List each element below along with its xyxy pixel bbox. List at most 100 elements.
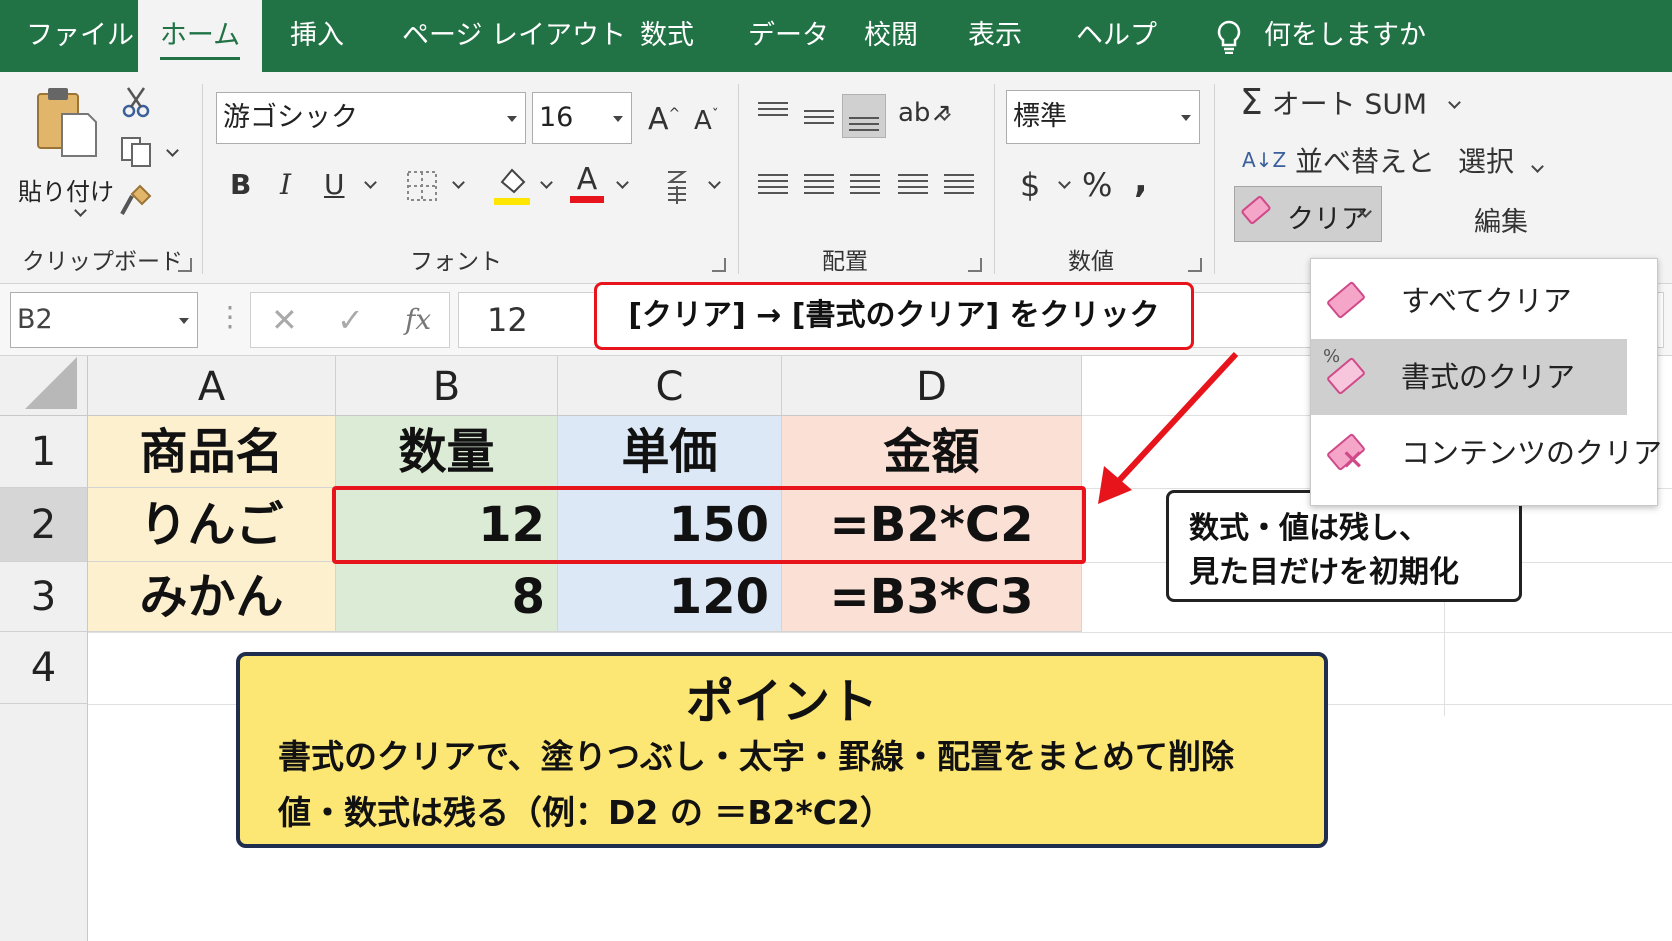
alignment-launcher-icon[interactable] — [968, 258, 982, 272]
cell-c1[interactable]: 単価 — [558, 416, 782, 488]
select-all-corner[interactable] — [0, 356, 88, 416]
clipboard-group-label: クリップボード — [22, 249, 183, 275]
font-color-button[interactable]: A — [570, 164, 604, 203]
tab-insert[interactable]: 挿入 — [290, 0, 344, 72]
paste-button[interactable]: 貼り付け — [16, 86, 114, 226]
sort-filter-button[interactable]: A↓Z 並べ替えと — [1242, 140, 1435, 180]
number-format-select[interactable]: 標準 — [1006, 90, 1200, 144]
align-left-icon[interactable] — [758, 174, 788, 196]
number-launcher-icon[interactable] — [1188, 258, 1202, 272]
grow-font-button[interactable]: A^ — [648, 102, 680, 137]
cell-a1[interactable]: 商品名 — [88, 416, 336, 488]
fill-color-icon[interactable] — [494, 164, 530, 206]
column-header-d[interactable]: D — [782, 356, 1082, 416]
column-header-a[interactable]: A — [88, 356, 336, 416]
tab-data[interactable]: データ — [748, 0, 829, 72]
fill-color-dropdown-icon[interactable] — [540, 176, 553, 189]
font-launcher-icon[interactable] — [712, 258, 726, 272]
tell-me-search[interactable]: 何をしますか — [1216, 0, 1426, 72]
selected-range-highlight — [332, 486, 1086, 564]
cell-b3[interactable]: 8 — [336, 562, 558, 632]
borders-icon[interactable] — [406, 170, 438, 202]
insert-function-icon[interactable]: fx — [405, 303, 431, 336]
shrink-font-button[interactable]: Aˇ — [694, 106, 719, 136]
editing-group-label: 編集 — [1474, 207, 1528, 238]
borders-dropdown-icon[interactable] — [452, 176, 465, 189]
eraser-icon — [1240, 194, 1272, 226]
cell-c3[interactable]: 120 — [558, 562, 782, 632]
cut-icon[interactable] — [120, 86, 152, 118]
format-painter-icon[interactable] — [120, 184, 154, 218]
tab-home[interactable]: ホーム — [138, 0, 262, 74]
align-middle-icon[interactable] — [804, 110, 834, 124]
cancel-icon[interactable]: ✕ — [271, 301, 298, 339]
copy-icon[interactable] — [120, 136, 154, 168]
font-color-dropdown-icon[interactable] — [616, 176, 629, 189]
comma-style-button[interactable]: , — [1134, 160, 1148, 201]
paste-icon — [37, 88, 97, 157]
tab-file[interactable]: ファイル — [26, 0, 134, 72]
cell-a3[interactable]: みかん — [88, 562, 336, 632]
row-header-4[interactable]: 4 — [0, 632, 88, 704]
tab-review[interactable]: 校閲 — [864, 0, 918, 72]
currency-button[interactable]: $ — [1020, 166, 1040, 204]
tab-page-layout[interactable]: ページ レイアウト — [402, 0, 626, 72]
align-right-icon[interactable] — [850, 174, 880, 196]
underline-button[interactable]: U — [324, 168, 345, 201]
formula-value: 12 — [487, 301, 528, 339]
point-line-1: 書式のクリアで、塗りつぶし・太字・罫線・配置をまとめて削除 — [278, 737, 1235, 776]
row-header-1[interactable]: 1 — [0, 416, 88, 488]
column-header-c[interactable]: C — [558, 356, 782, 416]
row-header-3[interactable]: 3 — [0, 562, 88, 632]
tab-formulas[interactable]: 数式 — [640, 0, 694, 72]
cell-b1[interactable]: 数量 — [336, 416, 558, 488]
phonetic-icon[interactable] — [664, 168, 690, 204]
cell-d1[interactable]: 金額 — [782, 416, 1082, 488]
ribbon: 貼り付け クリップボード 游ゴシック 16 A^ Aˇ B I U A フォント… — [0, 72, 1672, 284]
sigma-icon: Σ — [1240, 82, 1263, 123]
phonetic-dropdown-icon[interactable] — [708, 176, 721, 189]
ribbon-tab-bar: ファイル ホーム 挿入 ページ レイアウト 数式 データ 校閲 表示 ヘルプ 何… — [0, 0, 1672, 74]
point-box: ポイント 書式のクリアで、塗りつぶし・太字・罫線・配置をまとめて削除 値・数式は… — [236, 652, 1328, 848]
menu-item-clear-contents[interactable]: × コンテンツのクリア — [1311, 415, 1662, 491]
number-group-label: 数値 — [1068, 249, 1114, 275]
pointer-arrow — [1098, 351, 1239, 504]
name-box[interactable]: B2 — [10, 292, 198, 348]
bold-button[interactable]: B — [230, 168, 251, 201]
underline-dropdown-icon[interactable] — [364, 176, 377, 189]
lightbulb-icon — [1217, 20, 1241, 54]
eraser-icon — [1325, 280, 1367, 320]
italic-button[interactable]: I — [280, 168, 291, 201]
percent-button[interactable]: % — [1082, 166, 1112, 204]
clear-dropdown-menu: すべてクリア % 書式のクリア × コンテンツのクリア — [1310, 258, 1662, 506]
increase-indent-icon[interactable] — [944, 174, 974, 196]
cell-d3[interactable]: =B3*C3 — [782, 562, 1082, 632]
point-title: ポイント — [685, 674, 878, 730]
copy-dropdown-icon[interactable] — [166, 144, 179, 157]
menu-item-clear-formats[interactable]: % 書式のクリア — [1311, 339, 1627, 415]
cell-a2[interactable]: りんご — [88, 488, 336, 562]
find-select-button[interactable]: 選択 — [1458, 140, 1544, 180]
enter-check-icon[interactable]: ✓ — [337, 301, 364, 339]
currency-dropdown-icon[interactable] — [1058, 176, 1071, 189]
clipboard-launcher-icon[interactable] — [178, 258, 192, 272]
tab-help[interactable]: ヘルプ — [1076, 0, 1157, 72]
sort-az-icon: A↓Z — [1242, 148, 1287, 172]
autosum-button[interactable]: Σ オート SUM — [1240, 82, 1461, 123]
column-header-b[interactable]: B — [336, 356, 558, 416]
align-bottom-button[interactable] — [842, 94, 886, 138]
alignment-group-label: 配置 — [822, 249, 868, 275]
decrease-indent-icon[interactable] — [898, 174, 928, 196]
align-center-icon[interactable] — [804, 174, 834, 196]
menu-item-clear-all[interactable]: すべてクリア — [1311, 263, 1657, 339]
row-header-2[interactable]: 2 — [0, 488, 88, 562]
point-line-2: 値・数式は残る（例：D2 の ＝B2*C2） — [278, 793, 893, 832]
formula-bar-resize-icon[interactable]: ⋮ — [216, 300, 244, 333]
paste-label: 貼り付け — [18, 178, 114, 206]
clear-button[interactable]: クリア — [1234, 186, 1382, 242]
font-group-label: フォント — [410, 249, 502, 275]
font-family-select[interactable]: 游ゴシック — [216, 92, 526, 144]
font-size-select[interactable]: 16 — [532, 92, 632, 144]
tab-view[interactable]: 表示 — [968, 0, 1022, 72]
align-top-icon[interactable] — [758, 102, 788, 116]
